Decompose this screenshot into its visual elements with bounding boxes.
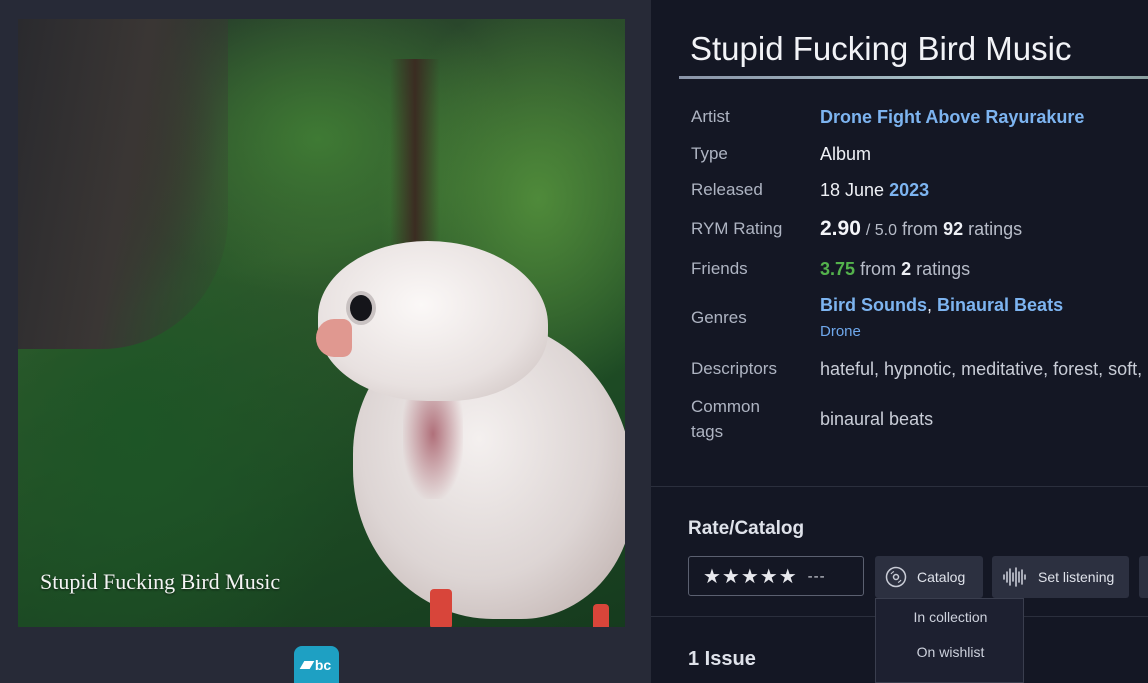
primary-genres: Bird Sounds, Binaural Beats <box>820 293 1063 317</box>
rating-suffix: ratings <box>968 219 1023 239</box>
rate-catalog-heading: Rate/Catalog <box>688 518 805 539</box>
info-label-friends: Friends <box>691 259 748 278</box>
dropdown-option-on-wishlist[interactable]: On wishlist <box>876 644 1025 660</box>
issues-heading: 1 Issue <box>688 648 756 670</box>
bandcamp-badge-label: bc <box>314 656 332 673</box>
more-options-button[interactable] <box>1139 556 1148 598</box>
release-year-link[interactable]: 2023 <box>889 180 929 200</box>
release-type: Album <box>820 144 872 164</box>
friends-rating: 3.75 from 2 ratings <box>820 257 970 281</box>
waveform-icon <box>1003 567 1026 587</box>
vinyl-disc-icon <box>885 566 907 588</box>
set-listening-button[interactable]: Set listening <box>992 556 1129 598</box>
secondary-genre-link[interactable]: Drone <box>820 320 861 344</box>
cover-bird-head <box>318 241 548 401</box>
average-rating: 2.90 <box>820 217 861 240</box>
title-divider <box>679 76 1148 79</box>
cover-bird-eye <box>350 295 372 321</box>
info-label-tags-2: tags <box>691 422 724 441</box>
section-divider <box>651 486 1148 487</box>
rating-count[interactable]: 92 <box>943 219 963 239</box>
catalog-button[interactable]: Catalog <box>875 556 983 598</box>
info-label-released: Released <box>691 180 763 199</box>
dropdown-option-in-collection[interactable]: In collection <box>876 609 1025 625</box>
cover-tree-trunk <box>18 19 228 349</box>
cover-bird-leg <box>593 604 609 627</box>
info-label-rating: RYM Rating <box>691 219 783 238</box>
star-rating-input[interactable]: ★★★★★ --- <box>688 556 864 596</box>
friends-count[interactable]: 2 <box>901 259 911 279</box>
genre-separator: , <box>927 295 933 315</box>
catalog-button-label: Catalog <box>917 569 966 585</box>
bandcamp-icon <box>299 660 315 669</box>
rating-stars[interactable]: ★★★★★ <box>703 564 798 589</box>
bandcamp-link-badge[interactable]: bc <box>294 646 339 683</box>
descriptors-list: hateful, hypnotic, meditative, forest, s… <box>820 359 1143 379</box>
artist-link[interactable]: Drone Fight Above Rayurakure <box>820 105 1084 129</box>
info-label-genres: Genres <box>691 308 747 327</box>
info-label-artist: Artist <box>691 107 730 126</box>
cover-caption: Stupid Fucking Bird Music <box>40 569 281 594</box>
release-day-month: 18 June <box>820 180 885 200</box>
friends-average: 3.75 <box>820 259 856 279</box>
set-listening-label: Set listening <box>1038 569 1115 585</box>
info-label-type: Type <box>691 144 728 163</box>
friends-suffix: ratings <box>916 259 971 279</box>
info-label-tags-1: Common <box>691 397 760 416</box>
cover-bird-leg <box>430 589 452 627</box>
album-cover-image[interactable]: Stupid Fucking Bird Music <box>18 19 625 627</box>
release-date: 18 June 2023 <box>820 178 929 202</box>
rating-scale: / 5.0 <box>865 222 898 239</box>
rating-from: from <box>902 219 939 239</box>
rating-value: --- <box>807 567 826 585</box>
cover-column: Stupid Fucking Bird Music bc <box>0 0 651 683</box>
cover-bird-beak <box>316 319 352 357</box>
genre-link[interactable]: Bird Sounds <box>820 295 927 315</box>
album-title: Stupid Fucking Bird Music <box>690 30 1072 67</box>
rym-rating: 2.90 / 5.0 from 92 ratings <box>820 217 1022 243</box>
genre-link[interactable]: Binaural Beats <box>937 295 1063 315</box>
catalog-dropdown-menu: In collection On wishlist <box>875 598 1024 683</box>
info-column: Stupid Fucking Bird Music Artist Drone F… <box>651 0 1148 683</box>
common-tags: binaural beats <box>820 409 934 429</box>
info-label-descriptors: Descriptors <box>691 359 777 378</box>
friends-from: from <box>860 259 897 279</box>
